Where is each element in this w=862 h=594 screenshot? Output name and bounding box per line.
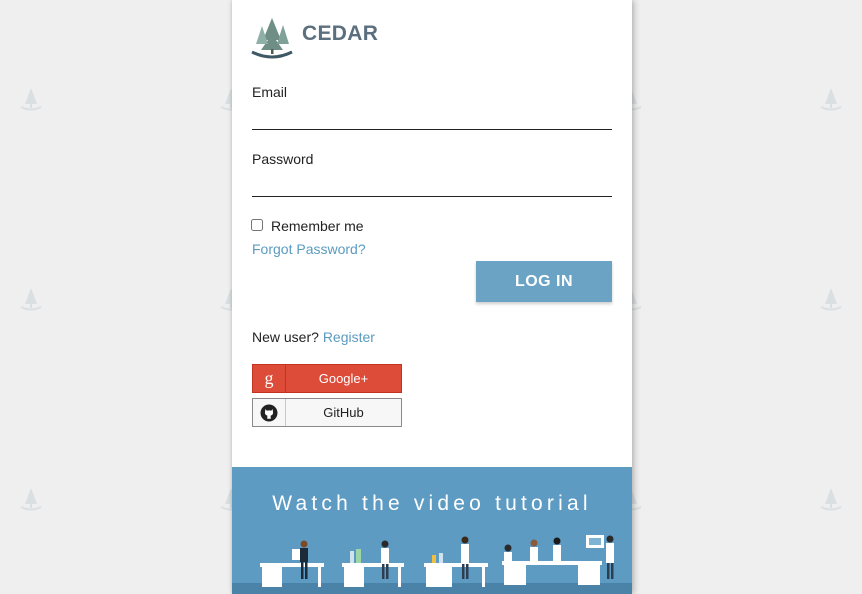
tree-watermark-icon xyxy=(820,488,842,511)
video-tutorial-title: Watch the video tutorial xyxy=(272,492,592,515)
email-field[interactable] xyxy=(252,107,612,130)
tree-watermark-icon xyxy=(20,88,42,111)
password-field[interactable] xyxy=(252,174,612,197)
github-label: GitHub xyxy=(323,405,364,420)
cedar-logo-icon xyxy=(251,18,293,59)
laboratory-illustration xyxy=(232,535,632,594)
new-user-row: New user? Register xyxy=(252,329,375,345)
brand-name: CEDAR xyxy=(302,22,379,45)
remember-me-checkbox[interactable] xyxy=(251,219,263,231)
tree-watermark-icon xyxy=(20,288,42,311)
email-label: Email xyxy=(252,84,288,100)
github-icon xyxy=(253,399,286,426)
login-card: CEDAR Email Password Remember me Forgot … xyxy=(232,0,632,594)
remember-me-label: Remember me xyxy=(271,218,364,234)
tree-watermark-icon xyxy=(820,288,842,311)
tree-watermark-icon xyxy=(820,88,842,111)
password-label: Password xyxy=(252,151,314,167)
tree-watermark-icon xyxy=(20,488,42,511)
google-plus-label: Google+ xyxy=(318,371,369,386)
register-link[interactable]: Register xyxy=(323,329,375,345)
video-tutorial-banner[interactable]: Watch the video tutorial xyxy=(232,467,632,594)
google-plus-icon: g xyxy=(253,365,286,392)
new-user-prompt: New user? xyxy=(252,329,319,345)
forgot-password-link[interactable]: Forgot Password? xyxy=(252,241,366,257)
github-login-button[interactable]: GitHub xyxy=(252,398,402,427)
login-button[interactable]: LOG IN xyxy=(476,261,612,302)
google-plus-login-button[interactable]: g Google+ xyxy=(252,364,402,393)
